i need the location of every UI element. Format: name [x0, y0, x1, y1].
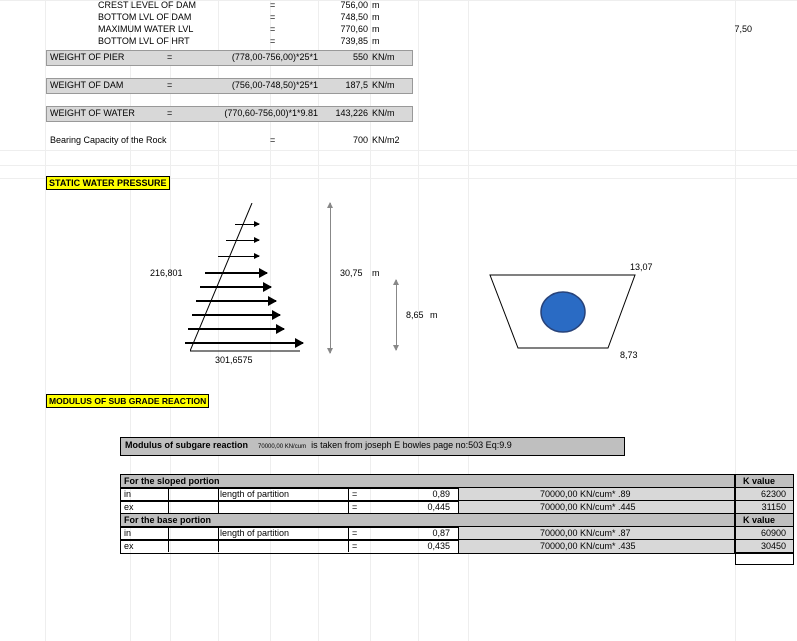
- val-extra: 7,50: [712, 24, 752, 34]
- tbl-h1: For the sloped portion: [124, 476, 220, 486]
- lbl-max-water: MAXIMUM WATER LVL: [98, 24, 193, 34]
- dim1: 30,75: [340, 268, 363, 278]
- press-left-val: 216,801: [150, 268, 183, 278]
- weight-dam-lbl: WEIGHT OF DAM: [50, 80, 123, 90]
- lbl-bottom-dam: BOTTOM LVL OF DAM: [98, 12, 191, 22]
- eq: =: [270, 0, 275, 10]
- weight-pier-lbl: WEIGHT OF PIER: [50, 52, 124, 62]
- bearing-lbl: Bearing Capacity of the Rock: [50, 135, 167, 145]
- pressure-triangle: [190, 203, 310, 358]
- tbl-h2: For the base portion: [124, 515, 211, 525]
- trapezoid-section: [480, 270, 650, 360]
- note-box: Modulus of subgare reaction 70000,00 KN/…: [120, 437, 625, 456]
- dim2: 8,65: [406, 310, 424, 320]
- heading-static-water: STATIC WATER PRESSURE: [46, 176, 170, 190]
- val: 756,00: [320, 0, 368, 10]
- unit: m: [372, 0, 380, 10]
- lbl-crest: CREST LEVEL OF DAM: [98, 0, 196, 10]
- weight-water-lbl: WEIGHT OF WATER: [50, 108, 135, 118]
- press-bottom-val: 301,6575: [215, 355, 253, 365]
- trap-bottom-dim: 8,73: [620, 350, 638, 360]
- trap-top-dim: 13,07: [630, 262, 653, 272]
- heading-modulus: MODULUS OF SUB GRADE REACTION: [46, 394, 209, 408]
- lbl-bottom-hrt: BOTTOM LVL OF HRT: [98, 36, 190, 46]
